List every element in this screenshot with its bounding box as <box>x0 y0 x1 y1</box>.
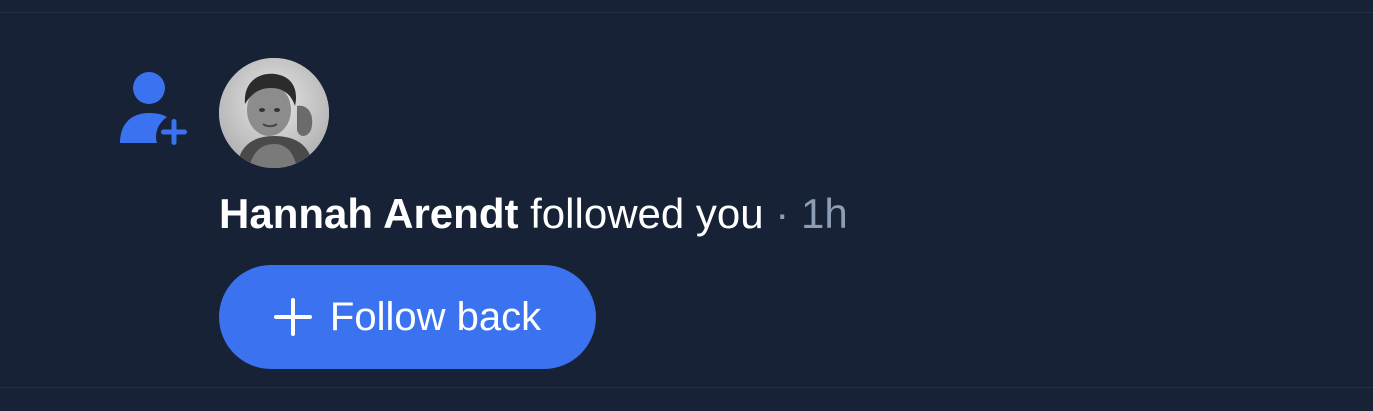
notification-text: Hannah Arendt followed you · 1h <box>219 189 848 239</box>
user-avatar[interactable] <box>219 58 329 168</box>
plus-icon <box>273 298 312 336</box>
user-name[interactable]: Hannah Arendt <box>219 190 518 237</box>
follow-notification[interactable]: Hannah Arendt followed you · 1h Follow b… <box>0 12 1373 388</box>
follow-back-label: Follow back <box>329 294 542 339</box>
follow-back-button[interactable]: Follow back <box>219 265 596 369</box>
notification-action: followed you <box>530 190 764 237</box>
separator-dot: · <box>775 190 790 237</box>
user-plus-icon <box>116 71 190 149</box>
timestamp: 1h <box>800 190 848 237</box>
